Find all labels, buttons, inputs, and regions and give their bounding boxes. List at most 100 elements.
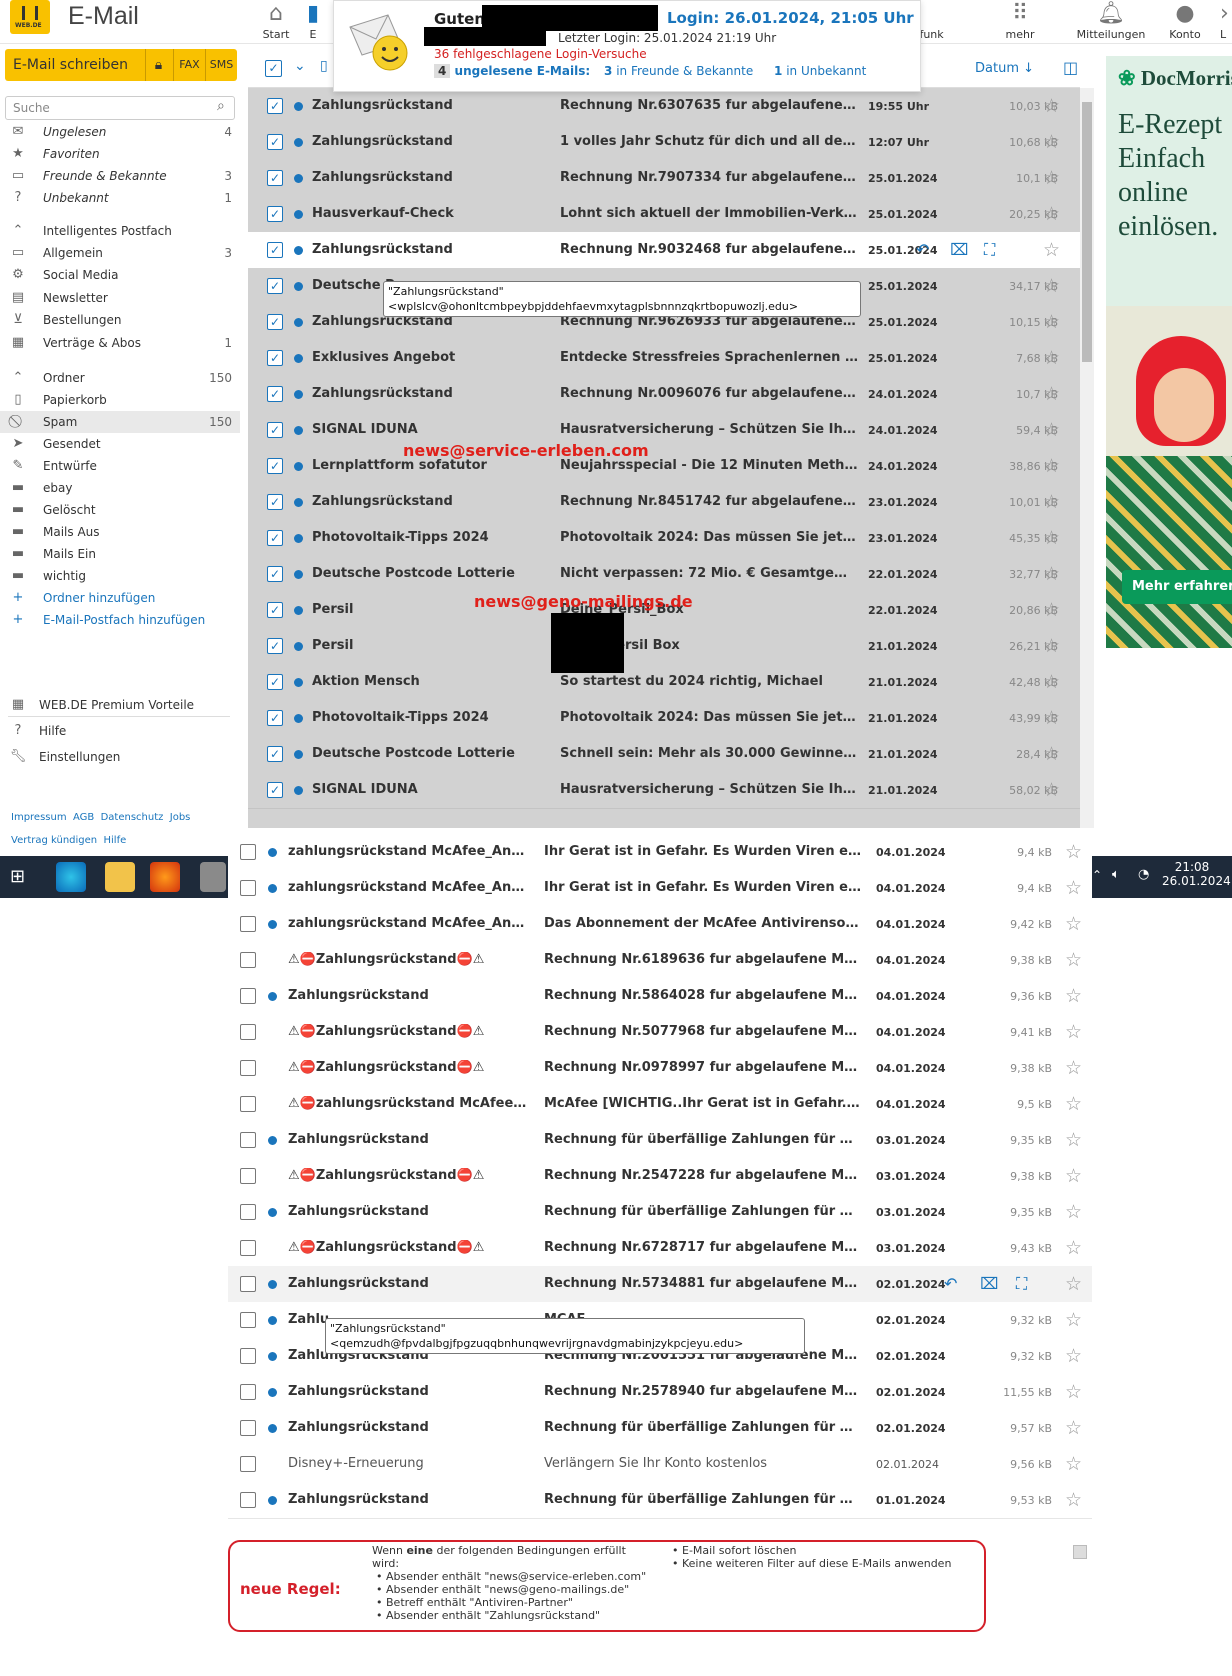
clock[interactable]: 21:08 26.01.2024 <box>1162 860 1231 888</box>
star-icon[interactable]: ☆ <box>1065 877 1082 899</box>
row-checkbox[interactable] <box>240 1060 256 1076</box>
unread-dot-icon[interactable] <box>268 1280 277 1289</box>
star-icon[interactable]: ☆ <box>1043 347 1060 369</box>
sidebar-item-allgemein[interactable]: ▭ Allgemein 3 <box>0 242 240 264</box>
unread-dot-icon[interactable] <box>268 884 277 893</box>
footer-link[interactable]: AGB <box>73 812 94 823</box>
star-icon[interactable]: ☆ <box>1043 743 1060 765</box>
mail-row[interactable]: ✓ Hausverkauf-Check Lohnt sich aktuell der… <box>248 196 1080 233</box>
tray-chevron-icon[interactable]: ⌃ <box>1092 868 1102 882</box>
add-mailbox-link[interactable]: + E-Mail-Postfach hinzufügen <box>0 609 240 631</box>
footer-link[interactable]: Impressum <box>11 812 67 823</box>
unread-dot-icon[interactable] <box>294 534 303 543</box>
mail-row[interactable]: Disney+-Erneuerung Verlängern Sie Ihr Kon… <box>228 1446 1092 1483</box>
mail-row[interactable]: Zahlungsrückstand Rechnung Nr.5734881 fur… <box>228 1266 1092 1303</box>
unread-dot-icon[interactable] <box>268 1136 277 1145</box>
mail-row[interactable]: ✓ Lernplattform sofatutor Neujahrsspecial … <box>248 448 1080 485</box>
unread-dot-icon[interactable] <box>268 992 277 1001</box>
star-icon[interactable]: ☆ <box>1043 311 1060 333</box>
sidebar-item-entwürfe[interactable]: ✎ Entwürfe <box>0 455 240 477</box>
webde-logo[interactable]: WEB.DE <box>10 0 50 34</box>
mail-row[interactable]: ⚠⛔Zahlungsrückstand⛔⚠ Rechnung Nr.6189636… <box>228 942 1092 979</box>
sidebar-item-newsletter[interactable]: ▤ Newsletter <box>0 287 240 309</box>
delete-icon[interactable]: ⌧ <box>980 1274 998 1293</box>
star-icon[interactable]: ☆ <box>1065 1345 1082 1367</box>
sidebar-bottom-premium[interactable]: ▦ WEB.DE Premium Vorteile <box>0 694 240 716</box>
star-icon[interactable]: ☆ <box>1043 455 1060 477</box>
star-icon[interactable]: ☆ <box>1065 985 1082 1007</box>
unread-dot-icon[interactable] <box>294 642 303 651</box>
mail-row[interactable]: ⚠⛔Zahlungsrückstand⛔⚠ Rechnung Nr.2547228… <box>228 1158 1092 1195</box>
delete-icon[interactable]: ⌧ <box>950 240 968 259</box>
row-checkbox[interactable] <box>240 1096 256 1112</box>
footer-link[interactable]: Datenschutz <box>101 812 164 823</box>
star-icon[interactable]: ☆ <box>1043 203 1060 225</box>
star-icon[interactable]: ☆ <box>1065 1201 1082 1223</box>
unread-dot-icon[interactable] <box>294 462 303 471</box>
mail-row[interactable]: zahlungsrückstand McAfee_Antivi... Das Ab… <box>228 906 1092 943</box>
nav-konto[interactable]: ● Konto <box>1155 0 1215 41</box>
row-checkbox[interactable]: ✓ <box>267 314 283 330</box>
sidebar-bottom-help[interactable]: ? Hilfe <box>0 720 240 742</box>
star-icon[interactable]: ☆ <box>1043 599 1060 621</box>
sidebar-item-wichtig[interactable]: ▬ wichtig <box>0 565 240 587</box>
row-checkbox[interactable] <box>240 1132 256 1148</box>
trash-icon[interactable]: ▯ <box>320 58 328 74</box>
unread-dot-icon[interactable] <box>268 1352 277 1361</box>
mail-row[interactable]: ✓ Zahlungsrückstand Rechnung Nr.8451742 fu… <box>248 484 1080 521</box>
unread-dot-icon[interactable] <box>294 678 303 687</box>
unread-dot-icon[interactable] <box>294 786 303 795</box>
sidebar-bottom-wrench[interactable]: 🔧︎ Einstellungen <box>0 746 240 768</box>
mail-row[interactable]: Zahlungsrückstand Rechnung Nr.5864028 fur… <box>228 978 1092 1015</box>
row-checkbox[interactable] <box>240 1348 256 1364</box>
nav-mail[interactable]: ▮ E <box>298 0 328 41</box>
list-scrollbar[interactable] <box>1080 88 1094 828</box>
footer-link[interactable]: Jobs <box>170 812 191 823</box>
sidebar-item-mails-ein[interactable]: ▬ Mails Ein <box>0 543 240 565</box>
star-icon[interactable]: ☆ <box>1043 95 1060 117</box>
sidebar-item-ungelesen[interactable]: ✉ Ungelesen 4 <box>0 121 240 143</box>
mail-row[interactable]: zahlungsrückstand McAfee_Antivi... Ihr Ge… <box>228 834 1092 871</box>
mail-row[interactable]: ✓ Zahlungsrückstand Rechnung Nr.7907334 fu… <box>248 160 1080 197</box>
row-checkbox[interactable]: ✓ <box>267 98 283 114</box>
row-checkbox[interactable]: ✓ <box>267 494 283 510</box>
unread-dot-icon[interactable] <box>294 750 303 759</box>
mail-row[interactable]: ✓ Zahlungsrückstand Rechnung Nr.0096076 fu… <box>248 376 1080 413</box>
star-icon[interactable]: ☆ <box>1043 707 1060 729</box>
nav-logout[interactable]: › L <box>1220 0 1232 41</box>
mail-row[interactable]: ✓ Zahlungsrückstand Rechnung Nr.6307635 fu… <box>248 88 1080 125</box>
unread-dot-icon[interactable] <box>294 174 303 183</box>
unread-dot-icon[interactable] <box>294 282 303 291</box>
row-checkbox[interactable] <box>240 1168 256 1184</box>
row-checkbox[interactable]: ✓ <box>267 422 283 438</box>
row-checkbox[interactable]: ✓ <box>267 458 283 474</box>
star-icon[interactable]: ☆ <box>1043 491 1060 513</box>
sms-button[interactable]: SMS <box>205 49 237 81</box>
row-checkbox[interactable] <box>240 1384 256 1400</box>
mail-row[interactable]: ✓ SIGNAL IDUNA Hausratversicherung – Schüt… <box>248 772 1080 809</box>
unread-dot-icon[interactable] <box>294 498 303 507</box>
windows-start-icon[interactable]: ⊞ <box>10 866 25 887</box>
expand-icon[interactable]: ⛶ <box>1016 1274 1027 1294</box>
row-checkbox[interactable] <box>240 1456 256 1472</box>
unread-summary[interactable]: 4 ungelesene E-Mails: <box>434 64 590 78</box>
unread-dot-icon[interactable] <box>268 848 277 857</box>
star-icon[interactable]: ☆ <box>1043 671 1060 693</box>
unread-dot-icon[interactable] <box>294 606 303 615</box>
row-checkbox[interactable]: ✓ <box>267 170 283 186</box>
star-icon[interactable]: ☆ <box>1065 1273 1082 1295</box>
mail-row[interactable]: ✓ Deutsche Postcode Lotterie Schnell sein:… <box>248 736 1080 773</box>
reply-icon[interactable]: ↶ <box>944 1274 957 1293</box>
layout-toggle-icon[interactable]: ◫ <box>1063 58 1078 77</box>
unread-dot-icon[interactable] <box>268 920 277 929</box>
star-icon[interactable]: ☆ <box>1065 1417 1082 1439</box>
add-folder-link[interactable]: + Ordner hinzufügen <box>0 587 240 609</box>
row-checkbox[interactable] <box>240 988 256 1004</box>
row-checkbox[interactable] <box>240 952 256 968</box>
star-icon[interactable]: ☆ <box>1065 1381 1082 1403</box>
mail-row[interactable]: ✓ Zahlungsrückstand Rechnung Nr.9032468 fu… <box>248 232 1080 269</box>
mail-row[interactable]: Zahlungsrückstand Rechnung für überfällig… <box>228 1410 1092 1447</box>
firefox-icon[interactable] <box>150 862 180 892</box>
star-icon[interactable]: ☆ <box>1065 1021 1082 1043</box>
row-checkbox[interactable]: ✓ <box>267 674 283 690</box>
